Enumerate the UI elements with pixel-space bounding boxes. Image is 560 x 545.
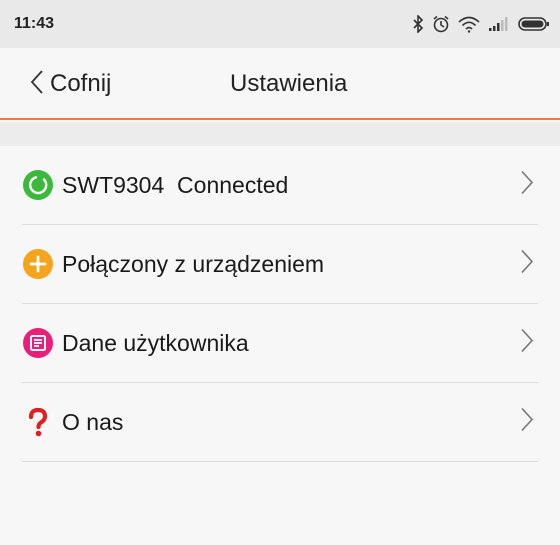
list-item-label: SWT9304 Connected (62, 171, 289, 198)
battery-icon (518, 16, 550, 32)
list-item-user-data[interactable]: Dane użytkownika (22, 304, 538, 383)
alarm-icon (432, 15, 450, 33)
status-bar: 11:43 (0, 0, 560, 48)
signal-icon (488, 16, 510, 32)
list-item-label: Dane użytkownika (62, 329, 249, 356)
chevron-right-icon (520, 328, 534, 359)
user-data-icon (22, 327, 54, 359)
bluetooth-icon (412, 15, 424, 33)
list-item-label: O nas (62, 408, 124, 435)
chevron-right-icon (520, 249, 534, 280)
chevron-right-icon (520, 407, 534, 438)
back-button[interactable]: Cofnij (30, 48, 111, 120)
list-item-label: Połączony z urządzeniem (62, 250, 325, 277)
back-label: Cofnij (50, 70, 112, 97)
status-time: 11:43 (14, 15, 55, 32)
chevron-right-icon (520, 170, 534, 201)
wifi-icon (458, 15, 480, 33)
list-item-connect-device[interactable]: Połączony z urządzeniem (22, 225, 538, 304)
list-item-about[interactable]: O nas (22, 383, 538, 462)
navigation-bar: Cofnij Ustawienia (0, 48, 560, 120)
list-item-device-connected[interactable]: SWT9304 Connected (22, 146, 538, 225)
add-device-icon (22, 248, 54, 280)
page-title: Ustawienia (230, 70, 348, 97)
chevron-left-icon (30, 69, 44, 100)
section-divider (0, 122, 560, 146)
connected-status-icon (22, 169, 54, 201)
status-icons (412, 15, 550, 33)
question-mark-icon (22, 406, 54, 438)
settings-list: SWT9304 Connected Połączony z urządzenie… (0, 146, 560, 462)
